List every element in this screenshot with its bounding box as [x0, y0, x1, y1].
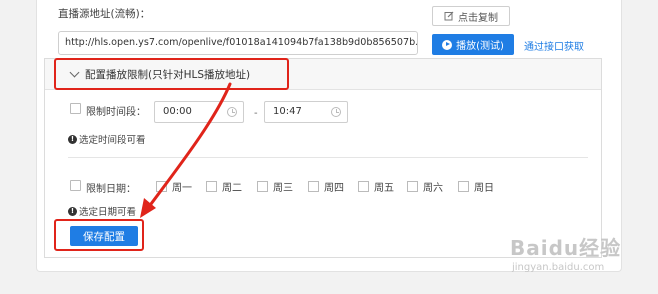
info-icon: ! — [68, 206, 77, 216]
play-test-button[interactable]: 播放(测试) — [432, 34, 514, 55]
copy-button[interactable]: 点击复制 — [432, 6, 510, 26]
day-checkbox[interactable] — [407, 181, 418, 192]
day-checkbox[interactable] — [458, 181, 469, 192]
end-time-value: 10:47 — [273, 106, 302, 117]
day-label: 周五 — [374, 183, 394, 194]
day-label: 周六 — [423, 183, 443, 194]
api-link[interactable]: 通过接口获取 — [524, 38, 584, 53]
baidu-watermark: Baidu经验 — [510, 236, 622, 260]
baidu-watermark-url: jingyan.baidu.com — [512, 262, 605, 273]
copy-button-label: 点击复制 — [458, 12, 498, 24]
clock-icon — [331, 107, 341, 117]
day-option-fri[interactable]: 周五 — [358, 179, 394, 194]
day-label: 周一 — [172, 183, 192, 194]
day-checkbox[interactable] — [358, 181, 369, 192]
day-label: 周四 — [324, 183, 344, 194]
time-separator: - — [254, 108, 258, 119]
day-checkbox[interactable] — [156, 181, 167, 192]
day-option-thu[interactable]: 周四 — [308, 179, 344, 194]
time-note: ! 选定时间段可看 — [68, 132, 146, 146]
stream-url-label: 直播源地址(流畅)： — [58, 8, 151, 20]
date-limit-checkbox[interactable] — [70, 180, 81, 191]
date-limit-label: 限制日期： — [86, 184, 136, 195]
info-icon: ! — [68, 134, 77, 144]
edit-icon — [444, 11, 454, 21]
play-button-label: 播放(测试) — [456, 41, 504, 52]
clock-icon — [227, 107, 237, 117]
start-time-value: 00:00 — [163, 106, 192, 117]
day-checkbox[interactable] — [308, 181, 319, 192]
day-label: 周日 — [474, 183, 494, 194]
time-note-text: 选定时间段可看 — [79, 135, 146, 146]
day-checkbox[interactable] — [257, 181, 268, 192]
day-option-sat[interactable]: 周六 — [407, 179, 443, 194]
time-limit-checkbox[interactable] — [70, 103, 81, 114]
day-label: 周二 — [222, 183, 242, 194]
day-option-sun[interactable]: 周日 — [458, 179, 494, 194]
header-annotation-box — [54, 58, 289, 90]
day-checkbox[interactable] — [206, 181, 217, 192]
day-option-mon[interactable]: 周一 — [156, 179, 192, 194]
date-note: ! 选定日期可看 — [68, 204, 136, 218]
end-time-input[interactable]: 10:47 — [264, 101, 348, 123]
save-annotation-box — [54, 219, 144, 251]
day-option-wed[interactable]: 周三 — [257, 179, 293, 194]
start-time-input[interactable]: 00:00 — [154, 101, 244, 123]
time-limit-label: 限制时间段： — [86, 107, 146, 118]
day-option-tue[interactable]: 周二 — [206, 179, 242, 194]
stream-url-field[interactable]: http://hls.open.ys7.com/openlive/f01018a… — [58, 31, 418, 55]
play-icon — [442, 39, 453, 50]
divider — [68, 157, 588, 158]
day-label: 周三 — [273, 183, 293, 194]
date-note-text: 选定日期可看 — [79, 207, 137, 218]
